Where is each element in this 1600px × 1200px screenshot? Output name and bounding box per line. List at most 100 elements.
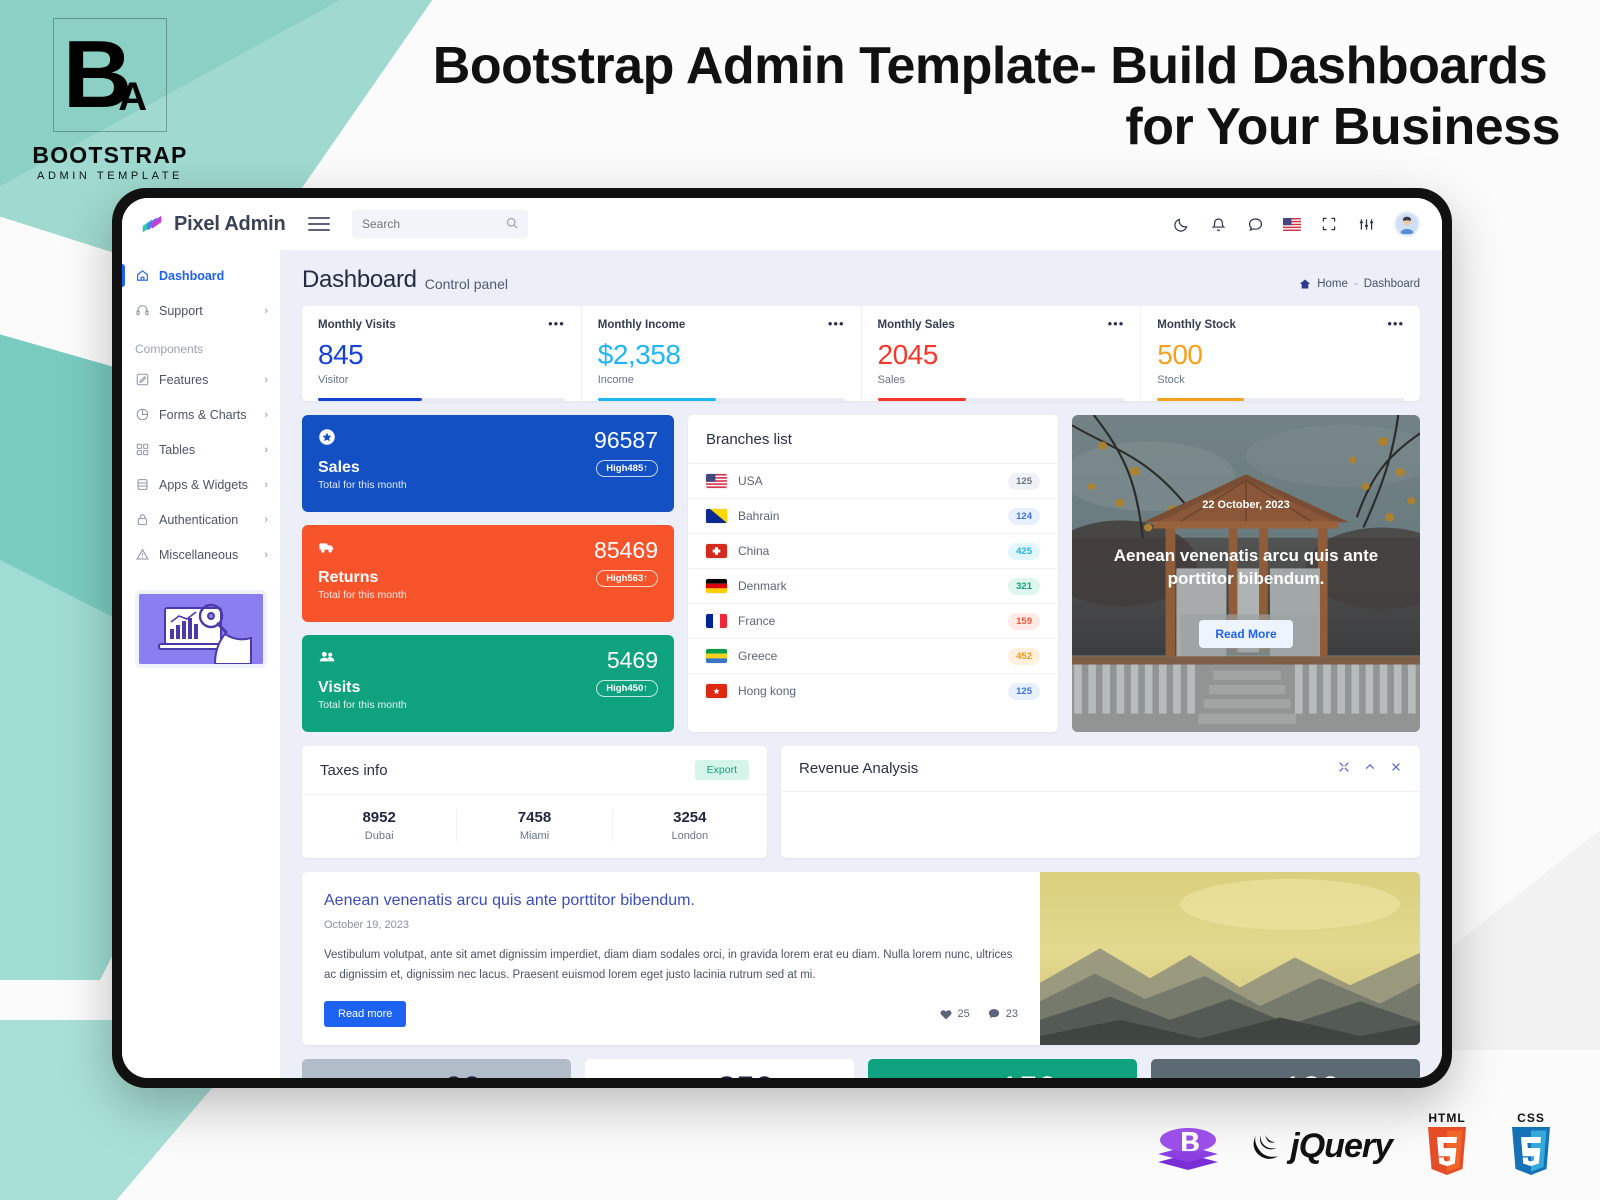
social-card-twitter[interactable]: 180 (1151, 1059, 1420, 1078)
sidebar-item-apps-widgets[interactable]: Apps & Widgets › (122, 467, 280, 502)
sidebar-item-tables[interactable]: Tables › (122, 432, 280, 467)
social-card-facebook[interactable]: 250 (585, 1059, 854, 1078)
social-card-trending[interactable]: 60 (302, 1059, 571, 1078)
sidebar-item-label: Features (159, 373, 255, 387)
branch-row[interactable]: Denmark 321 (688, 569, 1058, 604)
avatar[interactable] (1394, 211, 1420, 237)
kpi-tile-badge: High485↑ (596, 460, 658, 477)
stat-title: Monthly Visits (318, 319, 396, 331)
kpi-tile-sub: Total for this month (318, 589, 658, 601)
blog-body: Vestibulum volutpat, ante sit amet digni… (324, 945, 1018, 985)
moon-icon[interactable] (1172, 215, 1190, 233)
chat-icon[interactable] (1246, 215, 1264, 233)
collapse-chevron-icon[interactable] (1364, 761, 1376, 776)
sidebar-promo-banner[interactable] (135, 590, 267, 668)
branch-row[interactable]: Hong kong 125 (688, 674, 1058, 708)
stat-value: $2,358 (598, 339, 845, 371)
branch-name: France (738, 614, 997, 628)
tax-value: 8952 (302, 809, 456, 826)
stat-menu-icon[interactable]: ••• (548, 319, 565, 328)
hero-card[interactable]: 22 October, 2023 Aenean venenatis arcu q… (1072, 415, 1420, 732)
sidebar: Dashboard Support › Components Features … (122, 250, 280, 1078)
blog-title[interactable]: Aenean venenatis arcu quis ante porttito… (324, 892, 1018, 910)
sidebar-item-features[interactable]: Features › (122, 362, 280, 397)
database-icon (135, 477, 150, 492)
html5-shield-icon (1424, 1125, 1470, 1177)
stat-menu-icon[interactable]: ••• (1387, 319, 1404, 328)
expand-icon[interactable] (1338, 761, 1350, 776)
flag-germany-icon (706, 579, 727, 593)
revenue-analysis-card: Revenue Analysis (781, 746, 1420, 858)
grid-icon (135, 442, 150, 457)
app-brand[interactable]: Pixel Admin (140, 211, 298, 237)
blog-read-more-button[interactable]: Read more (324, 1001, 406, 1027)
sidebar-toggle-icon[interactable] (308, 217, 330, 231)
branch-row[interactable]: China 425 (688, 534, 1058, 569)
sidebar-item-support[interactable]: Support › (122, 293, 280, 328)
bell-icon[interactable] (1209, 215, 1227, 233)
sidebar-item-miscellaneous[interactable]: Miscellaneous › (122, 537, 280, 572)
stat-card-monthly-visits: Monthly Visits ••• 845 Visitor (302, 306, 582, 401)
branch-row[interactable]: USA 125 (688, 464, 1058, 499)
export-button[interactable]: Export (695, 760, 749, 780)
tax-city: Miami (457, 830, 611, 842)
mountain-sunset-photo (1040, 872, 1420, 1045)
branch-row[interactable]: Greece 452 (688, 639, 1058, 674)
sidebar-item-label: Miscellaneous (159, 548, 255, 562)
branch-count-badge: 425 (1008, 543, 1040, 560)
hero-text: 22 October, 2023 Aenean venenatis arcu q… (1072, 415, 1420, 732)
sidebar-item-authentication[interactable]: Authentication › (122, 502, 280, 537)
jquery-wordmark: jQuery (1290, 1127, 1392, 1166)
revenue-card-actions (1338, 761, 1402, 776)
social-number: 180 (1283, 1070, 1340, 1078)
pie-chart-icon (135, 407, 150, 422)
taxes-title: Taxes info (320, 762, 388, 779)
promo-headline-line1: Bootstrap Admin Template- Build Dashboar… (433, 37, 1547, 95)
social-card-dribbble[interactable]: 150 (868, 1059, 1137, 1078)
page-header: Dashboard Control panel Home - Dashboard (280, 250, 1442, 306)
search-box[interactable] (352, 209, 528, 239)
branches-list-title: Branches list (688, 415, 1058, 464)
breadcrumb-home-link[interactable]: Home (1317, 278, 1348, 290)
chevron-right-icon: › (264, 444, 268, 456)
close-icon[interactable] (1390, 761, 1402, 776)
stat-title: Monthly Income (598, 319, 686, 331)
sidebar-item-forms-charts[interactable]: Forms & Charts › (122, 397, 280, 432)
branch-name: Greece (738, 649, 997, 663)
blog-likes[interactable]: 25 (940, 1008, 970, 1020)
stat-card-monthly-stock: Monthly Stock ••• 500 Stock (1141, 306, 1420, 401)
branches-list-card: Branches list USA 125 B (688, 415, 1058, 732)
comment-icon (988, 1008, 1000, 1020)
taxes-revenue-row: Taxes info Export 8952 Dubai 7458 Miami (302, 746, 1420, 858)
stat-progress-fill (318, 398, 422, 401)
branch-row[interactable]: Bahrain 124 (688, 499, 1058, 534)
fullscreen-icon[interactable] (1320, 215, 1338, 233)
kpi-tile-sales[interactable]: Sales Total for this month 96587 High485… (302, 415, 674, 512)
branch-name: USA (738, 474, 997, 488)
sidebar-item-label: Forms & Charts (159, 408, 255, 422)
hero-read-more-button[interactable]: Read More (1199, 620, 1292, 648)
sidebar-item-dashboard[interactable]: Dashboard (122, 258, 280, 293)
sidebar-item-label: Tables (159, 443, 255, 457)
settings-sliders-icon[interactable] (1357, 215, 1375, 233)
blog-comments[interactable]: 23 (988, 1008, 1018, 1020)
warning-triangle-icon (135, 547, 150, 562)
social-number: 60 (444, 1070, 482, 1078)
chevron-right-icon: › (264, 305, 268, 317)
branch-name: Bahrain (738, 509, 997, 523)
flag-us-icon[interactable] (1283, 215, 1301, 233)
branch-row[interactable]: France 159 (688, 604, 1058, 639)
app-topbar: Pixel Admin (122, 198, 1442, 250)
revenue-title: Revenue Analysis (799, 760, 918, 777)
breadcrumb-separator: - (1354, 278, 1358, 290)
breadcrumb-home-icon (1299, 278, 1311, 290)
stat-menu-icon[interactable]: ••• (1108, 319, 1125, 328)
stat-title: Monthly Sales (878, 319, 955, 331)
kpi-tile-returns[interactable]: Returns Total for this month 85469 High5… (302, 525, 674, 622)
page-subtitle: Control panel (425, 276, 508, 292)
stat-menu-icon[interactable]: ••• (828, 319, 845, 328)
kpi-tile-visits[interactable]: Visits Total for this month 5469 High450… (302, 635, 674, 732)
search-input[interactable] (362, 217, 518, 231)
css3-shield-icon (1508, 1125, 1554, 1177)
blog-comments-count: 23 (1006, 1008, 1018, 1020)
